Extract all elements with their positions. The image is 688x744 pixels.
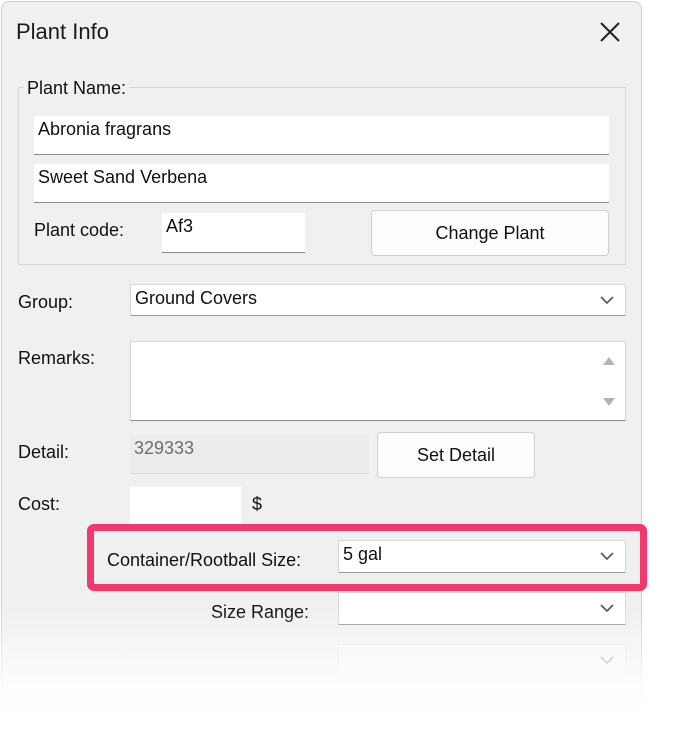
botanical-name-field[interactable]: Abronia fragrans	[34, 116, 609, 155]
currency-symbol: $	[252, 494, 263, 514]
common-name-field[interactable]: Sweet Sand Verbena	[34, 164, 609, 203]
chevron-down-icon	[600, 656, 614, 665]
cost-label: Cost:	[18, 494, 61, 514]
group-label: Group:	[18, 292, 74, 312]
size-range-dropdown[interactable]	[338, 592, 626, 625]
group-dropdown[interactable]: Ground Covers	[130, 284, 626, 316]
scroll-up-icon[interactable]	[603, 357, 615, 365]
chevron-down-icon	[600, 604, 614, 613]
remarks-textarea[interactable]	[130, 341, 626, 421]
close-icon[interactable]	[592, 14, 628, 50]
container-size-value: 5 gal	[343, 544, 383, 564]
detail-field: 329333	[130, 435, 369, 474]
container-size-label: Container/Rootball Size:	[107, 550, 302, 570]
plant-code-field[interactable]: Af3	[162, 213, 305, 253]
set-detail-button[interactable]: Set Detail	[377, 432, 535, 478]
chevron-down-icon	[600, 552, 614, 561]
change-plant-button[interactable]: Change Plant	[371, 210, 609, 256]
plant-code-label: Plant code:	[34, 220, 125, 240]
container-size-dropdown[interactable]: 5 gal	[338, 540, 626, 573]
plant-name-group-label: Plant Name:	[24, 78, 130, 99]
chevron-down-icon	[600, 296, 614, 305]
dialog-title: Plant Info	[16, 19, 109, 44]
scroll-down-icon[interactable]	[603, 398, 615, 406]
extra-dropdown[interactable]	[338, 644, 626, 677]
cost-field[interactable]	[130, 487, 241, 525]
remarks-label: Remarks:	[18, 348, 96, 368]
size-range-label: Size Range:	[211, 602, 310, 622]
detail-label: Detail:	[18, 442, 70, 462]
group-dropdown-value: Ground Covers	[135, 288, 258, 308]
